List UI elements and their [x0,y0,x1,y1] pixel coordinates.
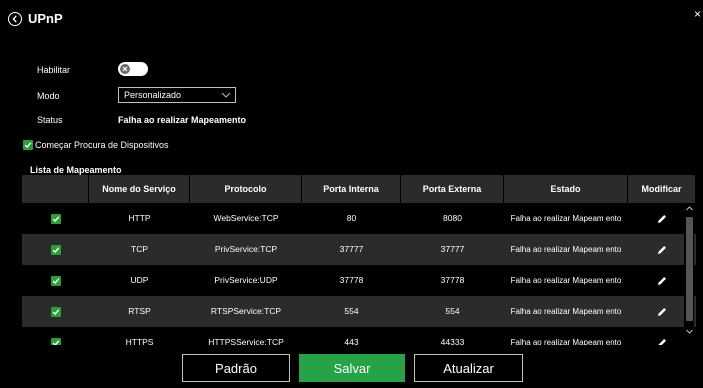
mapping-status: Falha ao realizar Mapeam ento [510,245,622,254]
internal-port: 80 [346,213,357,223]
chevron-down-icon[interactable] [685,327,694,336]
enable-toggle[interactable] [118,62,148,76]
discover-devices-option: Começar Procura de Dispositivos [23,140,169,150]
row-checkbox[interactable] [50,337,61,345]
table-row: TCP PrivService:TCP 37777 37777 Falha ao… [22,234,696,265]
column-header: Nome do Serviço [89,175,190,203]
service-name: RTSP [128,306,151,316]
column-header: Protocolo [190,175,302,203]
checkmark-icon [24,142,32,149]
chevron-left-icon [12,15,17,23]
protocol: PrivService:UDP [214,275,278,285]
mapping-status: Falha ao realizar Mapeam ento [510,276,622,285]
mode-select[interactable]: Personalizado [118,87,236,103]
row-checkbox[interactable] [50,275,61,286]
row-checkbox[interactable] [50,244,61,255]
external-port: 44333 [440,337,465,345]
back-button[interactable] [8,12,22,26]
mapping-status: Falha ao realizar Mapeam ento [510,338,622,345]
status-value: Falha ao realizar Mapeamento [118,115,247,125]
mapping-list-title: Lista de Mapeamento [30,165,122,175]
checkmark-icon [52,215,59,222]
table-scrollbar[interactable] [684,203,694,345]
internal-port: 37778 [339,275,364,285]
service-name: UDP [130,275,149,285]
protocol: PrivService:TCP [214,244,278,254]
save-button[interactable]: Salvar [299,354,405,382]
default-button[interactable]: Padrão [182,354,290,382]
row-checkbox[interactable] [50,213,61,224]
checkmark-icon [52,246,59,253]
table-header: Nome do Serviço Protocolo Porta Interna … [22,175,696,203]
column-header [22,175,89,203]
chevron-down-icon [221,92,231,98]
footer-actions: Padrão Salvar Atualizar [0,346,703,388]
discover-devices-checkbox[interactable] [23,140,33,150]
mode-label: Modo [37,91,60,101]
pencil-icon[interactable] [656,213,668,225]
refresh-button[interactable]: Atualizar [414,354,523,382]
mode-select-value: Personalizado [124,90,182,100]
table-row: HTTPS HTTPSService:TCP 443 44333 Falha a… [22,327,696,345]
mapping-status: Falha ao realizar Mapeam ento [510,307,622,316]
protocol: RTSPService:TCP [210,306,282,316]
internal-port: 554 [344,306,359,316]
service-name: HTTP [128,213,151,223]
internal-port: 37777 [339,244,364,254]
page-title: UPnP [28,11,63,26]
mapping-table: Nome do Serviço Protocolo Porta Interna … [22,175,696,345]
checkmark-icon [52,308,59,315]
row-checkbox[interactable] [50,306,61,317]
protocol: HTTPSService:TCP [208,337,284,345]
column-header: Estado [504,175,628,203]
external-port: 554 [445,306,460,316]
x-icon [122,66,128,72]
table-row: HTTP WebService:TCP 80 8080 Falha ao rea… [22,203,696,234]
service-name: HTTPS [125,337,154,345]
pencil-icon[interactable] [656,244,668,256]
column-header: Porta Interna [302,175,401,203]
pencil-icon[interactable] [656,306,668,318]
internal-port: 443 [344,337,359,345]
checkmark-icon [52,277,59,284]
pencil-icon[interactable] [656,275,668,287]
column-header: Porta Externa [401,175,504,203]
close-button[interactable]: × [694,7,701,21]
column-header: Modificar [628,175,696,203]
table-row: UDP PrivService:UDP 37778 37778 Falha ao… [22,265,696,296]
external-port: 8080 [443,213,462,223]
protocol: WebService:TCP [213,213,279,223]
enable-label: Habilitar [37,65,71,75]
chevron-up-icon[interactable] [685,204,694,213]
mapping-status: Falha ao realizar Mapeam ento [510,214,622,223]
page-header: UPnP × [0,0,703,40]
pencil-icon[interactable] [656,337,668,346]
status-label: Status [37,115,63,125]
service-name: TCP [131,244,148,254]
external-port: 37777 [440,244,465,254]
external-port: 37778 [440,275,465,285]
discover-devices-label: Começar Procura de Dispositivos [35,140,169,150]
toggle-knob [120,64,130,74]
checkmark-icon [52,339,59,345]
table-row: RTSP RTSPService:TCP 554 554 Falha ao re… [22,296,696,327]
scrollbar-thumb[interactable] [686,217,693,321]
